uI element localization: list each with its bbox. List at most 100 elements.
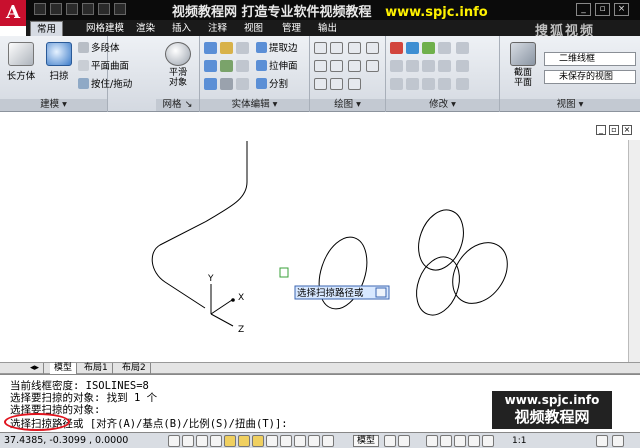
grid-icon[interactable]: [182, 435, 194, 447]
smooth-object-button[interactable]: 平滑 对象: [159, 40, 197, 94]
ortho-icon[interactable]: [196, 435, 208, 447]
subtract-icon[interactable]: [204, 60, 217, 72]
rotate-icon[interactable]: [422, 60, 435, 72]
extract-edges-button[interactable]: 提取边: [256, 42, 298, 56]
shell-icon[interactable]: [220, 60, 233, 72]
zoom-icon[interactable]: [440, 435, 452, 447]
circle-icon[interactable]: [366, 42, 379, 54]
presspull-button[interactable]: 按住/拖动: [78, 78, 132, 92]
taper-icon[interactable]: [236, 60, 249, 72]
dyn-icon[interactable]: [280, 435, 292, 447]
tab-render[interactable]: 渲染: [130, 21, 161, 36]
quick-properties-icon[interactable]: [308, 435, 320, 447]
planar-surface-button[interactable]: 平面曲面: [78, 60, 129, 74]
selection-cycling-icon[interactable]: [322, 435, 334, 447]
undo-icon[interactable]: [82, 3, 94, 15]
lineweight-icon[interactable]: [294, 435, 306, 447]
tab-manage[interactable]: 管理: [276, 21, 307, 36]
box-button[interactable]: 长方体: [2, 40, 40, 94]
tab-model[interactable]: 模型: [50, 363, 78, 374]
new-icon[interactable]: [34, 3, 46, 15]
vertical-scrollbar[interactable]: [628, 140, 640, 362]
3d-array-icon[interactable]: [456, 42, 469, 54]
scale-icon[interactable]: [438, 60, 451, 72]
profile-ellipse[interactable]: [311, 231, 376, 315]
open-icon[interactable]: [50, 3, 62, 15]
check-icon[interactable]: [236, 78, 249, 90]
clean-screen-icon[interactable]: [612, 435, 624, 447]
quick-view-layouts-icon[interactable]: [384, 435, 396, 447]
imprint-icon[interactable]: [236, 42, 249, 54]
extrude-face-button[interactable]: 拉伸面: [256, 60, 298, 74]
panel-label-view[interactable]: 视图 ▾: [500, 99, 640, 111]
tab-mesh-modeling[interactable]: 网格建模: [80, 21, 130, 36]
polygon-icon[interactable]: [314, 78, 327, 90]
spline-icon[interactable]: [314, 60, 327, 72]
drawing-close-icon[interactable]: ×: [622, 125, 632, 135]
snap-icon[interactable]: [168, 435, 180, 447]
stretch-icon[interactable]: [456, 60, 469, 72]
osnap-icon[interactable]: [224, 435, 236, 447]
tab-view[interactable]: 视图: [238, 21, 269, 36]
tab-insert[interactable]: 插入: [166, 21, 197, 36]
steeringwheel-icon[interactable]: [454, 435, 466, 447]
arc-icon[interactable]: [348, 42, 361, 54]
region-icon[interactable]: [330, 78, 343, 90]
3d-polyline-icon[interactable]: [330, 60, 343, 72]
restore-button[interactable]: ▫: [595, 3, 610, 16]
tab-layout2[interactable]: 布局2: [118, 363, 151, 374]
workspace-icon[interactable]: [596, 435, 608, 447]
line-icon[interactable]: [314, 42, 327, 54]
visual-style-dropdown[interactable]: 二维线框: [544, 52, 636, 66]
extend-icon[interactable]: [406, 78, 419, 90]
redo-icon[interactable]: [98, 3, 110, 15]
saved-view-dropdown[interactable]: 未保存的视图: [544, 70, 636, 84]
tooltip-options-icon[interactable]: [375, 287, 387, 298]
showmotion-icon[interactable]: [468, 435, 480, 447]
ellipse-icon[interactable]: [348, 78, 361, 90]
move-icon[interactable]: [390, 60, 403, 72]
nav-arrows[interactable]: ◂▸: [26, 363, 45, 374]
save-icon[interactable]: [66, 3, 78, 15]
fillet-icon[interactable]: [422, 78, 435, 90]
panel-label-mesh[interactable]: 网格 ↘: [156, 99, 199, 111]
separate-button[interactable]: 分割: [256, 78, 288, 92]
annotation-scale-value[interactable]: 1:1: [512, 434, 526, 448]
model-space-button[interactable]: 模型: [353, 435, 380, 447]
3d-align-icon[interactable]: [422, 42, 435, 54]
union-icon[interactable]: [204, 42, 217, 54]
drawing-area[interactable]: Y X Z 选择扫掠路径或: [0, 112, 640, 362]
tab-annotate[interactable]: 注释: [202, 21, 233, 36]
drawing-restore-icon[interactable]: ▫: [609, 125, 619, 135]
fillet-edge-icon[interactable]: [220, 42, 233, 54]
intersect-icon[interactable]: [204, 78, 217, 90]
trim-icon[interactable]: [390, 78, 403, 90]
explode-icon[interactable]: [456, 78, 469, 90]
erase-icon[interactable]: [438, 78, 451, 90]
polysolid-button[interactable]: 多段体: [78, 42, 120, 56]
plot-icon[interactable]: [114, 3, 126, 15]
tab-output[interactable]: 输出: [312, 21, 343, 36]
application-menu-button[interactable]: A: [0, 0, 26, 26]
pan-icon[interactable]: [426, 435, 438, 447]
panel-label-solid-editing[interactable]: 实体编辑 ▾: [200, 99, 309, 111]
tab-layout1[interactable]: 布局1: [80, 363, 113, 374]
quick-view-drawings-icon[interactable]: [398, 435, 410, 447]
tab-home[interactable]: 常用: [30, 21, 64, 36]
rectangle-icon[interactable]: [366, 60, 379, 72]
section-plane-button[interactable]: 截面 平面: [504, 40, 542, 94]
3d-move-icon[interactable]: [390, 42, 403, 54]
otrack-icon[interactable]: [252, 435, 264, 447]
annotation-scale-icon[interactable]: [482, 435, 494, 447]
helix-icon[interactable]: [348, 60, 361, 72]
3d-rotate-icon[interactable]: [406, 42, 419, 54]
panel-label-modify[interactable]: 修改 ▾: [386, 99, 499, 111]
close-button[interactable]: ×: [614, 3, 629, 16]
polyline-icon[interactable]: [330, 42, 343, 54]
panel-label-modeling[interactable]: 建模 ▾: [0, 99, 107, 111]
minimize-button[interactable]: _: [576, 3, 591, 16]
circle-upper[interactable]: [411, 204, 472, 277]
ducs-icon[interactable]: [266, 435, 278, 447]
panel-label-draw[interactable]: 绘图 ▾: [310, 99, 385, 111]
slice-icon[interactable]: [220, 78, 233, 90]
